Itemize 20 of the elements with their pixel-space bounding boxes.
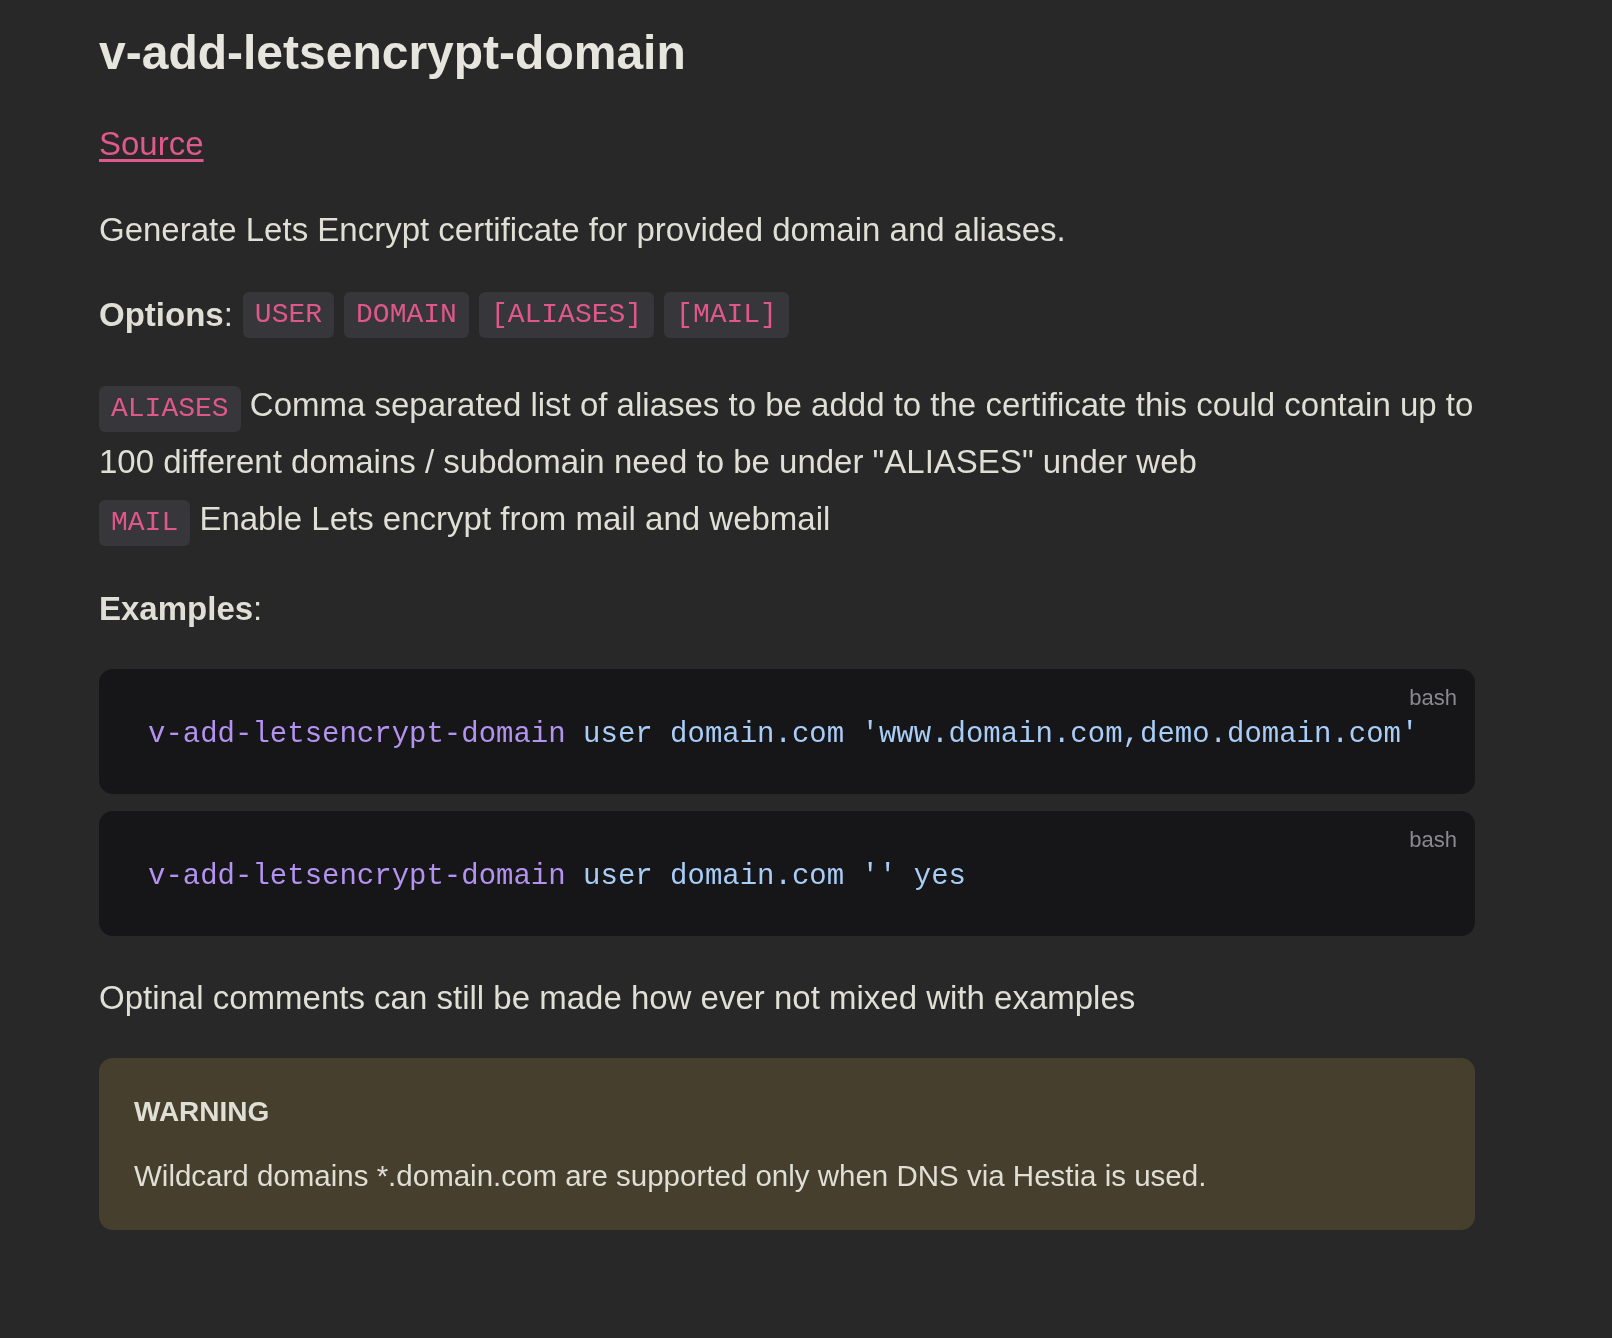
- language-label: bash: [1409, 684, 1457, 712]
- option-description: ALIASES Comma separated list of aliases to be addd to the certificate this could contain up to 100 different domains / subdomain need to be under "ALIASES" under web: [99, 385, 1475, 482]
- warning-title: WARNING: [134, 1095, 270, 1129]
- inline-code: [MAIL]: [664, 292, 789, 338]
- option-description: MAIL Enable Lets encrypt from mail and webmail: [99, 490, 1475, 547]
- comment-text: Optinal comments can still be made how ever not mixed with examples: [99, 978, 1136, 1018]
- inline-code: DOMAIN: [344, 292, 469, 338]
- page-title: v-add-letsencrypt-domain: [99, 25, 686, 81]
- examples-heading: Examples:: [99, 589, 263, 629]
- inline-code: ALIASES: [99, 386, 241, 432]
- description-text: Generate Lets Encrypt certificate for provided domain and aliases.: [99, 210, 1066, 250]
- inline-code: MAIL: [99, 500, 191, 546]
- language-label: bash: [1409, 826, 1457, 854]
- options-label: Options:: [99, 295, 233, 335]
- warning-text: Wildcard domains *.domain.com are supported only when DNS via Hestia is used.: [134, 1158, 1207, 1194]
- inline-code: USER: [242, 292, 335, 338]
- code-line: v-add-letsencrypt-domain user domain.com 'www.domain.com,demo.domain.com': [148, 716, 1419, 753]
- inline-code: [ALIASES]: [478, 292, 655, 338]
- source-link[interactable]: Source: [99, 124, 204, 164]
- code-line: v-add-letsencrypt-domain user domain.com '' yes: [148, 858, 966, 895]
